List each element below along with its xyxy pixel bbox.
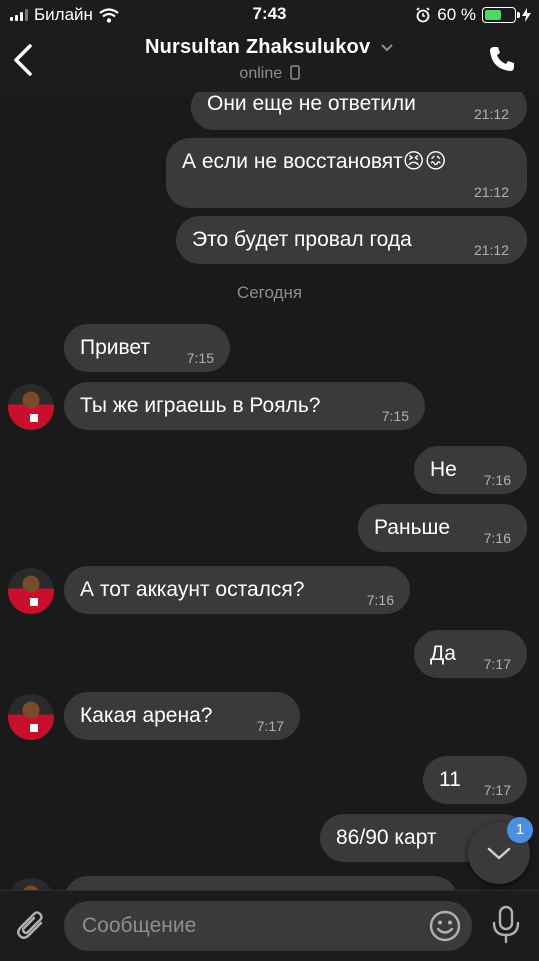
message-bubble[interactable]: Да 7:17 [414, 630, 527, 678]
avatar[interactable] [8, 384, 54, 430]
unread-count-badge: 1 [507, 817, 533, 843]
battery-percent: 60 % [437, 5, 476, 24]
avatar[interactable] [8, 878, 54, 890]
voice-record-button[interactable] [488, 905, 524, 945]
charging-icon [522, 8, 531, 22]
message-bubble[interactable]: Они еще не ответили 21:12 [191, 92, 527, 130]
message-bubble[interactable]: А тот аккаунт остался? 7:16 [64, 566, 410, 614]
emoji-button[interactable] [428, 909, 462, 943]
date-separator: Сегодня [236, 283, 303, 302]
message-input[interactable]: Сообщение [64, 901, 472, 951]
contact-status: online [0, 65, 539, 83]
alarm-icon [416, 7, 430, 23]
message-bubble[interactable]: Какая арена? 7:17 [64, 692, 300, 740]
contact-name-button[interactable]: Nursultan Zhaksulukov [0, 36, 539, 59]
composer-bar: Сообщение [0, 890, 539, 961]
chat-header: Nursultan Zhaksulukov online [0, 30, 539, 93]
avatar[interactable] [8, 568, 54, 614]
attach-button[interactable] [14, 907, 48, 943]
message-bubble[interactable]: Это будет провал года 21:12 [176, 216, 527, 264]
avatar[interactable] [8, 694, 54, 740]
mobile-device-icon [289, 65, 300, 80]
message-bubble[interactable]: Ты же играешь в Рояль? 7:15 [64, 382, 425, 430]
message-bubble[interactable]: 11 7:17 [423, 756, 527, 804]
battery-icon [482, 7, 520, 23]
message-bubble[interactable] [64, 876, 458, 890]
message-input-placeholder: Сообщение [82, 914, 197, 937]
call-button[interactable] [487, 44, 517, 74]
message-bubble[interactable]: Привет 7:15 [64, 324, 230, 372]
message-bubble[interactable]: Не 7:16 [414, 446, 527, 494]
status-bar: Билайн 7:43 60 % [0, 0, 539, 30]
message-bubble[interactable]: Раньше 7:16 [358, 504, 527, 552]
message-bubble[interactable]: А если не восстановят😣😖 21:12 [166, 138, 527, 208]
chevron-down-icon [381, 44, 393, 52]
contact-name: Nursultan Zhaksulukov [144, 36, 371, 58]
message-list[interactable]: Они еще не ответили 21:12 А если не восс… [0, 92, 539, 890]
